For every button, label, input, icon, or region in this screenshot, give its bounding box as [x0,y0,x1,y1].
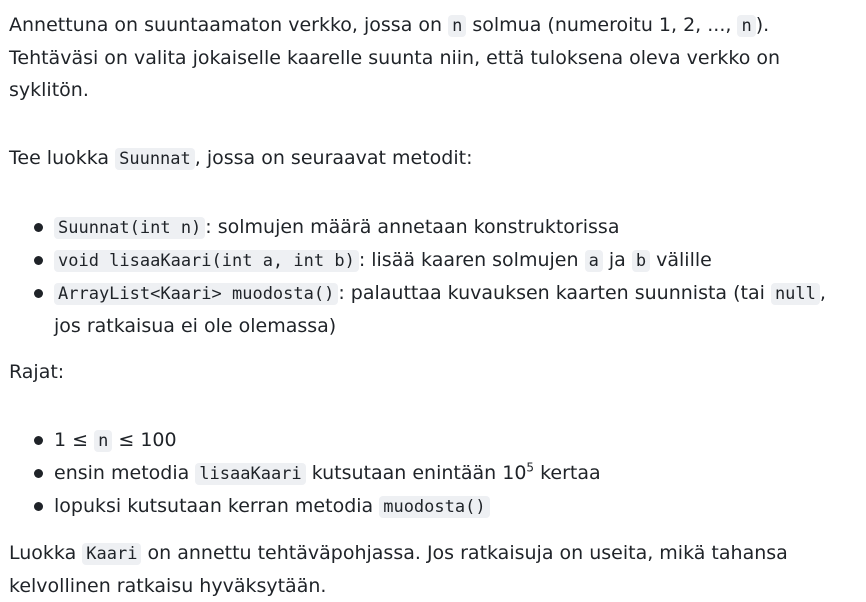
intro-text-1: Annettuna on suuntaamaton verkko, jossa … [9,14,449,36]
method-description-lisaakaari-2: ja [602,249,632,271]
class-text-1: Tee luokka [9,147,116,169]
method-signature-constructor: Suunnat(int n) [54,217,206,239]
method-description-lisaakaari-3: välille [650,249,712,271]
intro-text-2: solmua (numeroitu 1, 2, ..., [466,14,738,36]
task-description: Annettuna on suuntaamaton verkko, jossa … [0,0,857,602]
method-item-muodosta: ArrayList<Kaari> muodosta(): palauttaa k… [9,277,857,342]
limit-text-5: kertaa [534,462,601,484]
class-paragraph: Tee luokka Suunnat, jossa on seuraavat m… [9,142,857,175]
class-text-2: , jossa on seuraavat metodit: [194,147,473,169]
method-item-constructor: Suunnat(int n): solmujen määrä annetaan … [9,211,857,244]
closing-paragraph: Luokka Kaari on annettu tehtäväpohjassa.… [9,537,857,602]
limit-exponent: 5 [526,460,535,475]
closing-text-1: Luokka [9,542,83,564]
method-description-lisaakaari-1: : lisää kaaren solmujen [358,249,585,271]
method-item-lisaakaari: void lisaaKaari(int a, int b): lisää kaa… [9,244,857,277]
intro-code-n-2: n [737,15,756,37]
limit-item-n-range: 1 ≤ n ≤ 100 [9,424,857,457]
limit-code-n: n [94,430,113,452]
intro-paragraph: Annettuna on suuntaamaton verkko, jossa … [9,9,857,106]
limit-text-3: ensin metodia [54,462,196,484]
limit-text-2: ≤ 100 [112,429,177,451]
limit-text-1: 1 ≤ [54,429,95,451]
method-signature-lisaakaari: void lisaaKaari(int a, int b) [54,250,359,272]
method-description-muodosta-1: : palauttaa kuvauksen kaarten suunnista … [338,282,771,304]
limit-item-final-call: lopuksi kutsutaan kerran metodia muodost… [9,490,857,523]
limit-code-muodosta: muodosta() [379,496,490,518]
limit-item-call-count: ensin metodia lisaaKaari kutsutaan enint… [9,457,857,490]
limits-heading: Rajat: [9,361,65,383]
method-code-null: null [770,283,820,305]
limit-text-4: kutsutaan enintään 10 [305,462,527,484]
limits-list: 1 ≤ n ≤ 100 ensin metodia lisaaKaari kut… [9,424,857,523]
limit-code-lisaakaari: lisaaKaari [195,463,306,485]
class-code-suunnat: Suunnat [115,148,195,170]
method-description-constructor: : solmujen määrä annetaan konstruktoriss… [205,216,620,238]
method-code-a: a [584,250,603,272]
intro-code-n-1: n [448,15,467,37]
method-code-b: b [631,250,651,272]
method-signature-muodosta: ArrayList<Kaari> muodosta() [54,283,339,305]
method-list: Suunnat(int n): solmujen määrä annetaan … [9,211,857,342]
closing-code-kaari: Kaari [82,543,142,565]
limit-text-6: lopuksi kutsutaan kerran metodia [54,495,380,517]
